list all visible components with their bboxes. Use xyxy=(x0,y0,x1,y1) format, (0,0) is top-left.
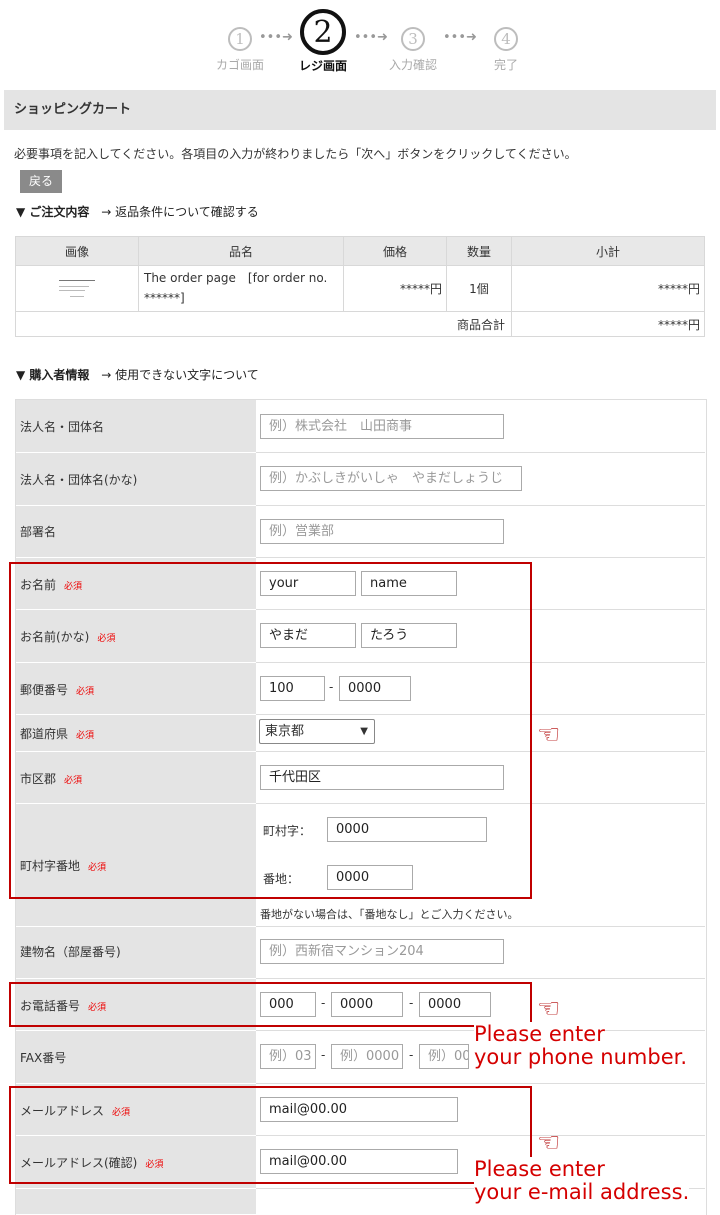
step-4: 4 完了 xyxy=(478,27,534,73)
step-3-label: 入力確認 xyxy=(388,58,437,72)
col-subtotal: 小計 xyxy=(511,236,705,266)
col-image: 画像 xyxy=(15,236,139,266)
order-section-heading: ▼ ご注文内容 → 返品条件について確認する xyxy=(16,203,259,220)
building-input[interactable]: 例）西新宿マンション204 xyxy=(260,939,504,964)
fax-1-input[interactable]: 例）03 xyxy=(260,1044,316,1069)
company-label: 法人名・団体名 xyxy=(20,420,105,434)
pointing-hand-icon: ☜ xyxy=(537,994,561,1024)
step-4-number: 4 xyxy=(494,27,518,51)
building-label: 建物名（部屋番号) xyxy=(20,945,121,959)
step-1-label: カゴ画面 xyxy=(215,58,264,72)
product-name[interactable]: The order page [for order no. ******] xyxy=(138,265,344,312)
required-fields-highlight xyxy=(9,562,532,899)
step-3-number: 3 xyxy=(401,27,425,51)
email-hint-line-2: your e-mail address. xyxy=(474,1180,690,1204)
fax-2-input[interactable]: 例）0000 xyxy=(331,1044,403,1069)
step-arrow-2: •••➜ xyxy=(354,30,388,45)
product-price: *****円 xyxy=(343,265,447,312)
product-subtotal: *****円 xyxy=(511,265,705,312)
pointing-hand-icon: ☜ xyxy=(537,720,561,750)
total-row: 商品合計 *****円 xyxy=(15,311,705,337)
cart-title-bar: ショッピングカート xyxy=(4,90,716,130)
step-arrow-3: •••➜ xyxy=(443,30,477,45)
product-thumbnail[interactable] xyxy=(57,273,97,304)
return-policy-link[interactable]: → 返品条件について確認する xyxy=(101,205,259,219)
product-image-cell xyxy=(15,265,139,312)
department-label: 部署名 xyxy=(20,525,57,539)
total-value: *****円 xyxy=(511,311,705,337)
step-2: 2 レジ画面 xyxy=(294,9,352,74)
address-note: 番地がない場合は、「番地なし」とご入力ください。 xyxy=(260,908,519,921)
step-arrow-1: •••➜ xyxy=(259,30,293,45)
instructions-text: 必要事項を記入してください。各項目の入力が終わりましたら「次へ」ボタンをクリック… xyxy=(14,147,577,161)
product-qty: 1個 xyxy=(446,265,512,312)
col-product: 品名 xyxy=(138,236,344,266)
step-2-label: レジ画面 xyxy=(298,59,347,73)
col-qty: 数量 xyxy=(446,236,512,266)
pointing-hand-icon: ☜ xyxy=(537,1128,561,1158)
email-highlight xyxy=(9,1086,532,1184)
order-table: 画像 品名 価格 数量 小計 The order page [for order… xyxy=(15,236,705,337)
phone-hint-line-2: your phone number. xyxy=(474,1045,687,1069)
department-input[interactable]: 例）営業部 xyxy=(260,519,504,544)
table-row: The order page [for order no. ******] **… xyxy=(15,265,705,312)
step-3: 3 入力確認 xyxy=(385,27,441,73)
invalid-chars-link[interactable]: → 使用できない文字について xyxy=(101,368,259,382)
col-price: 価格 xyxy=(343,236,447,266)
email-hint-line-1: Please enter xyxy=(474,1157,605,1181)
company-input[interactable]: 例）株式会社 山田商事 xyxy=(260,414,504,439)
order-section-title: ▼ ご注文内容 xyxy=(16,205,90,219)
step-2-number: 2 xyxy=(300,9,346,55)
fax-3-input[interactable]: 例）0000 xyxy=(419,1044,469,1069)
phone-highlight xyxy=(9,982,532,1027)
buyer-section-heading: ▼ 購入者情報 → 使用できない文字について xyxy=(16,366,259,383)
step-1-number: 1 xyxy=(228,27,252,51)
buyer-section-title: ▼ 購入者情報 xyxy=(16,368,90,382)
step-4-label: 完了 xyxy=(493,58,518,72)
order-table-header: 画像 品名 価格 数量 小計 xyxy=(15,236,705,266)
phone-hint-line-1: Please enter xyxy=(474,1022,605,1046)
back-button[interactable]: 戻る xyxy=(20,170,62,193)
company-kana-input[interactable]: 例）かぶしきがいしゃ やまだしょうじ xyxy=(260,466,522,491)
company-kana-label: 法人名・団体名(かな) xyxy=(20,473,138,487)
total-label: 商品合計 xyxy=(15,311,512,337)
fax-label: FAX番号 xyxy=(20,1051,67,1065)
